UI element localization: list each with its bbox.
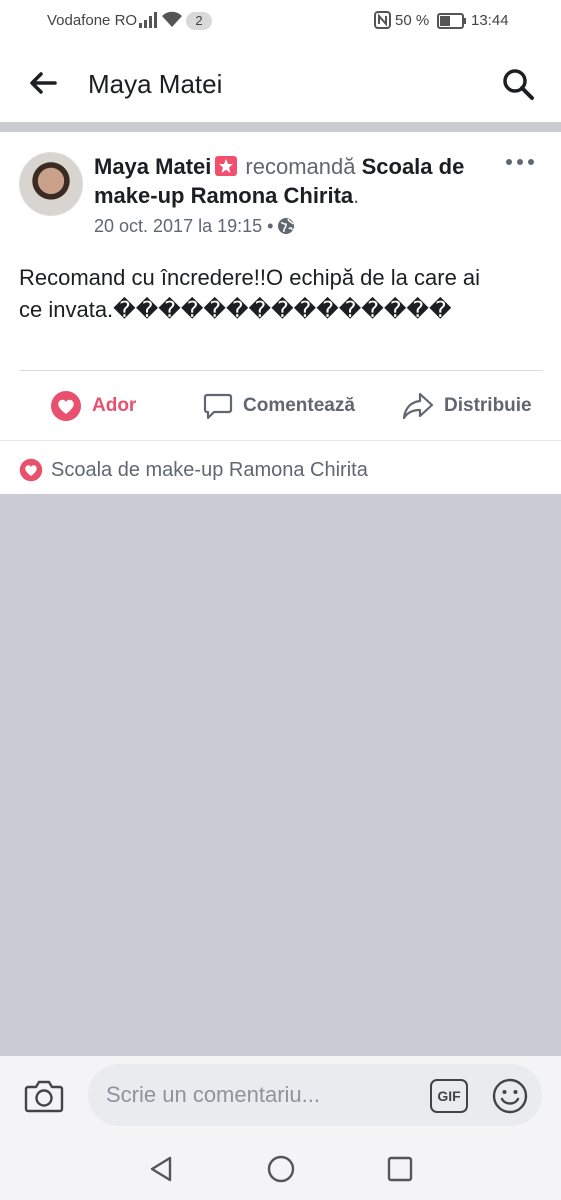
meta-separator: • xyxy=(267,216,274,236)
empty-comments-area xyxy=(0,494,561,1056)
back-arrow-icon[interactable] xyxy=(28,68,58,98)
comment-button[interactable]: Comentează xyxy=(203,372,355,440)
post-text-line: Recomand cu încredere!!O echipă de la ca… xyxy=(19,265,481,290)
recommend-verb: recomandă xyxy=(245,154,356,179)
action-divider xyxy=(19,370,543,371)
more-options-icon[interactable] xyxy=(505,154,535,170)
recommendation-star-icon xyxy=(215,156,238,176)
reaction-summary-text: Scoala de make-up Ramona Chirita xyxy=(51,458,368,481)
share-button[interactable]: Distribuie xyxy=(402,372,532,440)
comment-label: Comentează xyxy=(243,395,355,416)
recents-square-icon[interactable] xyxy=(385,1154,415,1184)
love-reaction-button[interactable]: Ador xyxy=(50,372,136,440)
post-meta: 20 oct. 2017 la 19:15 • xyxy=(94,216,295,240)
system-navigation-bar xyxy=(0,1140,561,1200)
home-circle-icon[interactable] xyxy=(266,1154,296,1184)
notification-count-badge: 2 xyxy=(186,12,212,30)
globe-icon xyxy=(277,217,295,240)
comment-placeholder: Scrie un comentariu... xyxy=(106,1082,320,1107)
author-name-link[interactable]: Maya Matei xyxy=(94,154,211,179)
share-icon xyxy=(402,391,434,421)
comment-input[interactable]: Scrie un comentariu... GIF xyxy=(88,1064,542,1126)
app-header: Maya Matei xyxy=(0,44,561,122)
share-label: Distribuie xyxy=(444,395,532,416)
post-actions: Ador Comentează Distribuie xyxy=(0,372,561,440)
carrier-label: Vodafone RO xyxy=(47,12,138,29)
clock: 13:44 xyxy=(471,12,509,29)
love-label: Ador xyxy=(92,395,137,416)
post-timestamp[interactable]: 20 oct. 2017 la 19:15 xyxy=(94,216,262,236)
search-icon[interactable] xyxy=(500,66,536,102)
nfc-icon xyxy=(374,11,391,33)
author-avatar[interactable] xyxy=(19,152,83,216)
section-divider xyxy=(0,122,561,132)
comment-icon xyxy=(203,391,233,421)
heart-icon xyxy=(50,390,82,422)
battery-icon xyxy=(437,13,467,33)
gif-button[interactable]: GIF xyxy=(430,1079,468,1113)
battery-percent: 50 % xyxy=(395,12,430,29)
post-text-line: ce invata.��������������� xyxy=(19,297,452,322)
heart-reaction-icon xyxy=(19,458,43,482)
camera-icon[interactable] xyxy=(24,1078,64,1114)
post-header: Maya Matei recomandă Scoala de make-up Ra… xyxy=(94,152,494,210)
trailing-punctuation: . xyxy=(353,183,360,208)
back-triangle-icon[interactable] xyxy=(146,1154,176,1184)
emoji-icon[interactable] xyxy=(492,1078,528,1114)
recommendation-post: Maya Matei recomandă Scoala de make-up Ra… xyxy=(0,132,561,494)
reactions-divider xyxy=(0,440,561,441)
reaction-summary[interactable]: Scoala de make-up Ramona Chirita xyxy=(19,450,368,490)
page-title: Maya Matei xyxy=(88,69,223,99)
post-text: Recomand cu încredere!!O echipă de la ca… xyxy=(19,262,549,326)
status-bar: Vodafone RO 2 50 % 13:44 xyxy=(0,0,561,44)
signal-icon xyxy=(139,12,157,32)
wifi-icon xyxy=(162,11,182,32)
